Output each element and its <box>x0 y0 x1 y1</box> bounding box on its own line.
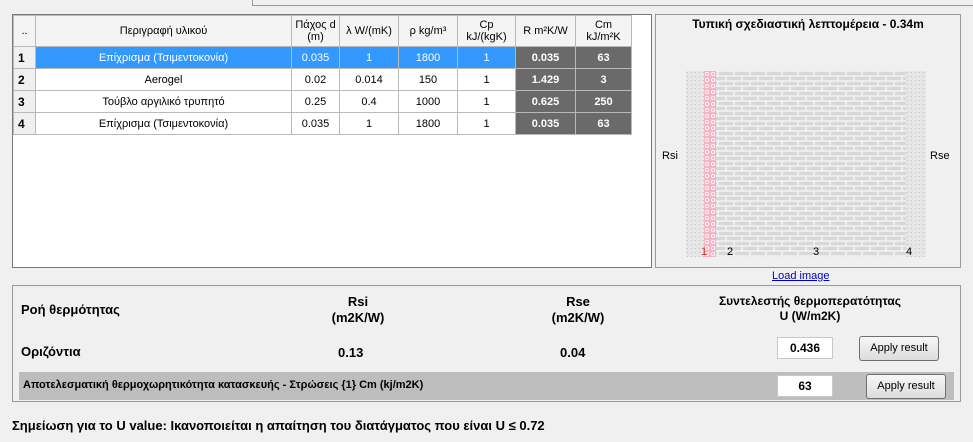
cell-description[interactable]: Επίχρισμα (Τσιμεντοκονία) <box>35 46 292 69</box>
rsi-value: 0.13 <box>338 345 364 360</box>
cell-cm: 250 <box>575 90 632 113</box>
cell-thickness[interactable]: 0.035 <box>291 46 340 69</box>
cell-density[interactable]: 1800 <box>398 112 458 135</box>
results-group: Ροή θερμότητας Rsi (m2K/W) Rse (m2K/W) Σ… <box>12 285 961 402</box>
cell-lambda[interactable]: 1 <box>339 46 399 69</box>
row-number[interactable]: 1 <box>13 46 36 69</box>
col-header-thickness[interactable]: Πάχος d (m) <box>291 15 340 47</box>
u-value-header: Συντελεστής θερμοπερατότητας U (W/m2K) <box>718 294 902 323</box>
rsi-header: Rsi (m2K/W) <box>331 294 385 325</box>
cell-thickness[interactable]: 0.035 <box>291 112 340 135</box>
layer-aerogel <box>704 71 716 257</box>
cell-cm: 63 <box>575 46 632 69</box>
flow-direction: Οριζόντια <box>21 344 81 359</box>
construction-detail-panel: Τυπική σχεδιαστική λεπτομέρεια - 0.34m R… <box>655 14 961 268</box>
table-row[interactable]: 4 Επίχρισμα (Τσιμεντοκονία) 0.035 1 1800… <box>13 112 632 135</box>
cell-thickness[interactable]: 0.25 <box>291 90 340 113</box>
cell-cp[interactable]: 1 <box>457 46 516 69</box>
layer-label-1: 1 <box>701 246 708 258</box>
heat-flow-label: Ροή θερμότητας <box>21 302 120 317</box>
cell-r: 0.035 <box>515 112 576 135</box>
table-row[interactable]: 2 Aerogel 0.02 0.014 150 1 1.429 3 <box>13 68 632 91</box>
cell-density[interactable]: 150 <box>398 68 458 91</box>
row-number[interactable]: 3 <box>13 90 36 113</box>
cell-density[interactable]: 1000 <box>398 90 458 113</box>
cell-thickness[interactable]: 0.02 <box>291 68 340 91</box>
cell-description[interactable]: Τούβλο αργιλικό τρυπητό <box>35 90 292 113</box>
cell-r: 0.625 <box>515 90 576 113</box>
cm-row: Αποτελεσματική θερμοχωρητικότητα κατασκε… <box>19 372 954 400</box>
layer-label-3: 3 <box>813 246 820 258</box>
cell-density[interactable]: 1800 <box>398 46 458 69</box>
cell-cm: 63 <box>575 112 632 135</box>
cm-label: Αποτελεσματική θερμοχωρητικότητα κατασκε… <box>23 379 424 391</box>
table-row[interactable]: 3 Τούβλο αργιλικό τρυπητό 0.25 0.4 1000 … <box>13 90 632 113</box>
col-header-density[interactable]: ρ kg/m³ <box>398 15 458 47</box>
cell-cp[interactable]: 1 <box>457 68 516 91</box>
cell-description[interactable]: Επίχρισμα (Τσιμεντοκονία) <box>35 112 292 135</box>
wall-section-drawing <box>686 71 926 257</box>
cell-lambda[interactable]: 0.014 <box>339 68 399 91</box>
col-header-rownum[interactable]: .. <box>13 15 36 47</box>
cell-lambda[interactable]: 0.4 <box>339 90 399 113</box>
row-number[interactable]: 2 <box>13 68 36 91</box>
row-number[interactable]: 4 <box>13 112 36 135</box>
window-frame-top <box>252 0 973 6</box>
cell-r: 0.035 <box>515 46 576 69</box>
cell-description[interactable]: Aerogel <box>35 68 292 91</box>
layer-plaster-inner <box>686 71 704 257</box>
rse-label: Rse <box>930 150 950 162</box>
layer-label-4: 4 <box>906 246 913 258</box>
col-header-lambda[interactable]: λ W/(mK) <box>339 15 399 47</box>
layer-brick <box>716 71 906 257</box>
col-header-cm[interactable]: Cm kJ/m²K <box>575 15 632 47</box>
layer-plaster-outer <box>906 71 926 257</box>
load-image-link[interactable]: Load image <box>772 270 830 282</box>
layer-label-2: 2 <box>727 246 734 258</box>
rse-value: 0.04 <box>560 345 586 360</box>
u-value-field[interactable]: 0.436 <box>777 337 833 359</box>
col-header-r[interactable]: R m²K/W <box>515 15 576 47</box>
table-row[interactable]: 1 Επίχρισμα (Τσιμεντοκονία) 0.035 1 1800… <box>13 46 632 69</box>
apply-u-result-button[interactable]: Apply result <box>859 336 939 361</box>
apply-cm-result-button[interactable]: Apply result <box>866 374 946 399</box>
detail-title: Τυπική σχεδιαστική λεπτομέρεια - 0.34m <box>692 17 924 31</box>
grid-header-row: .. Περιγραφή υλικού Πάχος d (m) λ W/(mK)… <box>13 15 632 47</box>
cm-value-field[interactable]: 63 <box>777 375 833 397</box>
cell-cp[interactable]: 1 <box>457 90 516 113</box>
col-header-description[interactable]: Περιγραφή υλικού <box>35 15 292 47</box>
cell-r: 1.429 <box>515 68 576 91</box>
col-header-cp[interactable]: Cp kJ/(kgK) <box>457 15 516 47</box>
cell-cp[interactable]: 1 <box>457 112 516 135</box>
materials-table: .. Περιγραφή υλικού Πάχος d (m) λ W/(mK)… <box>13 15 632 135</box>
cell-cm: 3 <box>575 68 632 91</box>
rsi-label: Rsi <box>662 150 678 162</box>
materials-grid[interactable]: .. Περιγραφή υλικού Πάχος d (m) λ W/(mK)… <box>12 14 652 268</box>
u-value-note: Σημείωση για το U value: Ικανοποιείται η… <box>12 418 545 433</box>
rse-header: Rse (m2K/W) <box>551 294 605 325</box>
cell-lambda[interactable]: 1 <box>339 112 399 135</box>
